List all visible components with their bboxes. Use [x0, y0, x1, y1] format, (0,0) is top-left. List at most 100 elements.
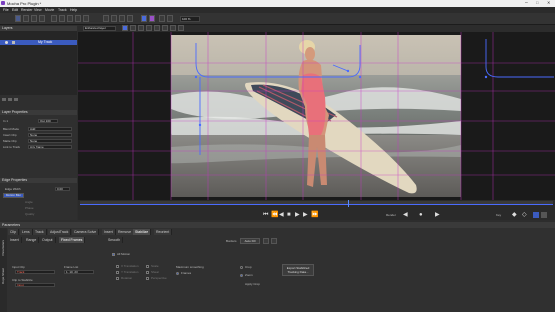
pen-tool-icon[interactable] — [51, 15, 57, 22]
play-icon[interactable]: ▶ — [295, 212, 300, 218]
move-tool-icon[interactable] — [23, 15, 29, 22]
track-overlay[interactable] — [78, 25, 555, 200]
rotation-checkbox[interactable] — [116, 277, 119, 280]
insert-clip-select[interactable]: None — [28, 133, 72, 137]
zoom-radio[interactable] — [240, 274, 243, 277]
prev-key-icon[interactable]: ⏪ — [271, 212, 278, 218]
layer-tool-icon[interactable] — [149, 15, 155, 22]
minimize-icon[interactable]: – — [525, 0, 528, 6]
y-translation-checkbox[interactable] — [116, 271, 119, 274]
timeline-ruler[interactable] — [80, 201, 553, 205]
input-clip-select[interactable]: Track — [15, 270, 55, 274]
side-tab-parameters[interactable]: Parameters — [1, 240, 5, 256]
export-stabilized-button[interactable]: Export Stabilized Tracking Data... — [282, 264, 314, 276]
all-motion-checkbox[interactable] — [112, 253, 115, 256]
frames-radio[interactable] — [176, 272, 179, 275]
x-translation-checkbox[interactable] — [116, 265, 119, 268]
ellipse-tool-icon[interactable] — [75, 15, 81, 22]
step-back-icon[interactable]: ◀ — [279, 212, 284, 218]
tab-stabilize[interactable]: Stabilize — [133, 229, 152, 235]
blend-mode-select[interactable]: Add — [28, 127, 72, 131]
motion-blur-button[interactable]: Motion Blur — [3, 193, 24, 198]
next-key-icon[interactable]: ⏩ — [311, 212, 318, 218]
select-tool-icon[interactable] — [15, 15, 21, 22]
tab-adjusttrack[interactable]: AdjustTrack — [48, 229, 72, 235]
grid-tool-icon[interactable] — [119, 15, 125, 22]
menu-view[interactable]: View — [34, 8, 42, 12]
link-tool-icon[interactable] — [103, 15, 109, 22]
subtab-range[interactable]: Range — [24, 237, 40, 243]
render-icon[interactable]: ◀ — [403, 212, 408, 218]
close-icon[interactable]: ✕ — [547, 0, 550, 5]
zoom-select[interactable]: 100 % — [180, 16, 200, 22]
go-start-icon[interactable]: ⏮ — [263, 212, 268, 218]
add-layer-icon[interactable] — [2, 98, 6, 101]
window-title: Mocha Pro Plugin * — [7, 1, 42, 6]
pan-tool-icon[interactable] — [39, 15, 45, 22]
key-a-icon[interactable] — [533, 212, 539, 218]
add-point-tool-icon[interactable] — [83, 15, 89, 22]
menu-track[interactable]: Track — [58, 8, 67, 12]
tab-clip[interactable]: Clip — [8, 229, 20, 235]
layer-lock-icon[interactable] — [12, 41, 15, 44]
menu-edit[interactable]: Edit — [12, 8, 18, 12]
cross-tool-icon[interactable] — [167, 15, 173, 22]
angle-label: Angle — [25, 200, 33, 204]
tab-camera-solve[interactable]: Camera Solve — [72, 229, 100, 235]
layers-list: My Track — [0, 31, 77, 95]
delete-layer-icon[interactable] — [14, 98, 18, 101]
tab-track[interactable]: Track — [33, 229, 47, 235]
align-tool-icon[interactable] — [159, 15, 165, 22]
frames-label: Frames — [181, 271, 192, 275]
render-forward-icon[interactable]: ▶ — [435, 212, 440, 218]
menu-movie[interactable]: Movie — [45, 8, 54, 12]
clip-stabilize-select[interactable]: Input — [15, 283, 55, 287]
zoom-tool-icon[interactable] — [31, 15, 37, 22]
layer-visibility-icon[interactable] — [5, 41, 8, 44]
rectangle-tool-icon[interactable] — [67, 15, 73, 22]
menu-file[interactable]: File — [3, 8, 9, 12]
key-b-icon[interactable] — [541, 212, 547, 218]
surface-tool-icon[interactable] — [111, 15, 117, 22]
shear-checkbox[interactable] — [146, 271, 149, 274]
camera-tool-icon[interactable] — [127, 15, 133, 22]
side-tab-dope-sheet[interactable]: Dope Sheet — [1, 268, 5, 284]
tab-insert[interactable]: Insert — [102, 229, 116, 235]
subtab-fixed-frames[interactable]: Fixed Frames — [59, 237, 86, 243]
borders-option-b[interactable] — [271, 238, 277, 244]
menu-help[interactable]: Help — [70, 8, 77, 12]
subtab-output[interactable]: Output — [40, 237, 56, 243]
render-label: Render — [386, 213, 396, 217]
subtab-smooth[interactable]: Smooth — [106, 237, 124, 243]
crop-radio[interactable] — [240, 266, 243, 269]
bezier-tool-icon[interactable] — [59, 15, 65, 22]
render-stop-icon[interactable]: ● — [419, 212, 423, 218]
tab-reorient[interactable]: Reorient — [154, 229, 173, 235]
scale-checkbox[interactable] — [146, 265, 149, 268]
subtab-insert[interactable]: Insert — [8, 237, 22, 243]
link-to-track-select[interactable]: Any frame — [28, 145, 72, 149]
stop-icon[interactable]: ■ — [287, 212, 291, 218]
viewer[interactable]: Enhanced layer — [78, 25, 555, 200]
phase-label: Phase — [25, 206, 34, 210]
perspective-checkbox[interactable] — [146, 277, 149, 280]
borders-option-a[interactable] — [263, 238, 269, 244]
add-key-icon[interactable]: ◆ — [512, 212, 517, 218]
left-panel: Layers My Track Layer Properties In 1 Ou… — [0, 25, 77, 220]
delete-key-icon[interactable]: ◇ — [522, 212, 527, 218]
mode-tool-icon[interactable] — [141, 15, 147, 22]
edge-width-field[interactable]: 0.00 — [55, 187, 70, 191]
timeline-playhead[interactable] — [348, 200, 349, 207]
out-field[interactable]: Out 100 — [38, 119, 58, 123]
duplicate-layer-icon[interactable] — [8, 98, 12, 101]
frame-list-field[interactable]: 1, 10, 23 — [64, 270, 94, 274]
step-forward-icon[interactable]: ▶ — [303, 212, 308, 218]
parameters-panel: Parameters Parameters Dope Sheet Clip Le… — [0, 222, 555, 312]
matte-clip-select[interactable]: None — [28, 139, 72, 143]
tab-remove[interactable]: Remove — [116, 229, 135, 235]
menu-render[interactable]: Render — [21, 8, 32, 12]
maximize-icon[interactable]: □ — [536, 0, 538, 5]
borders-select[interactable]: Auto Fill — [240, 238, 260, 244]
tab-lens[interactable]: Lens — [20, 229, 33, 235]
layer-name[interactable]: My Track — [38, 40, 52, 45]
